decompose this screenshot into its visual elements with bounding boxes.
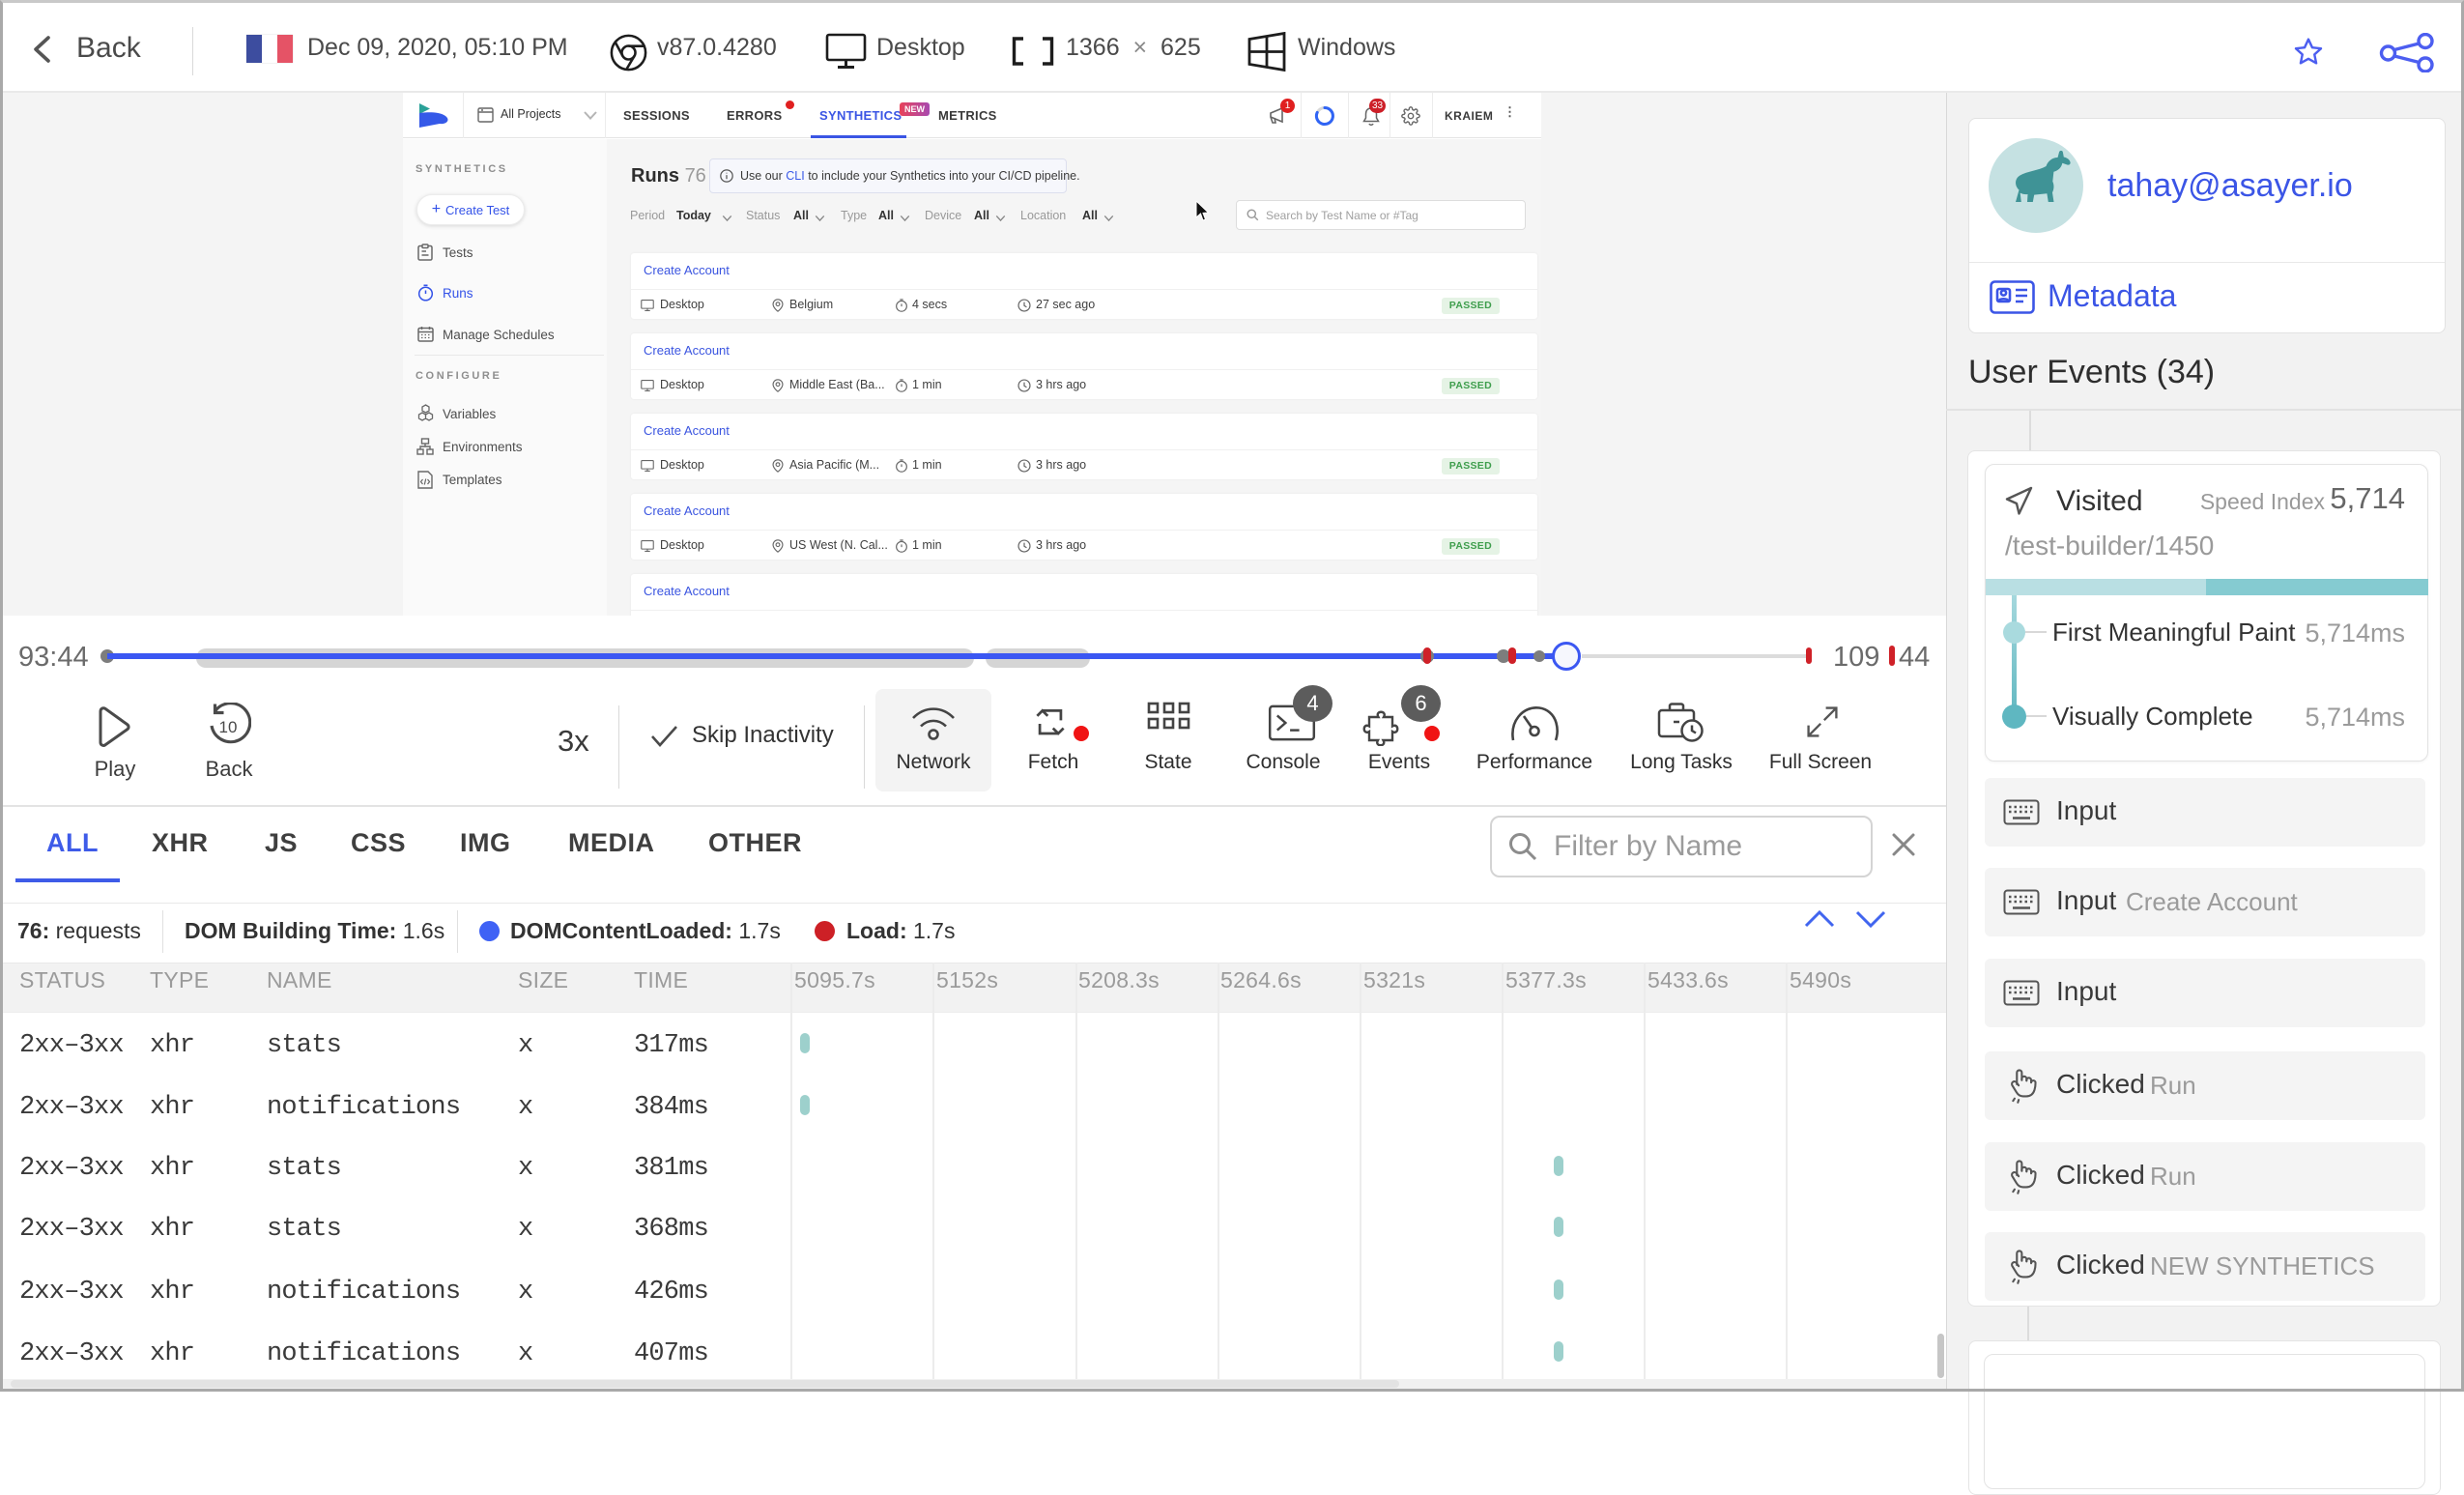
svg-text:10: 10 bbox=[219, 718, 238, 736]
